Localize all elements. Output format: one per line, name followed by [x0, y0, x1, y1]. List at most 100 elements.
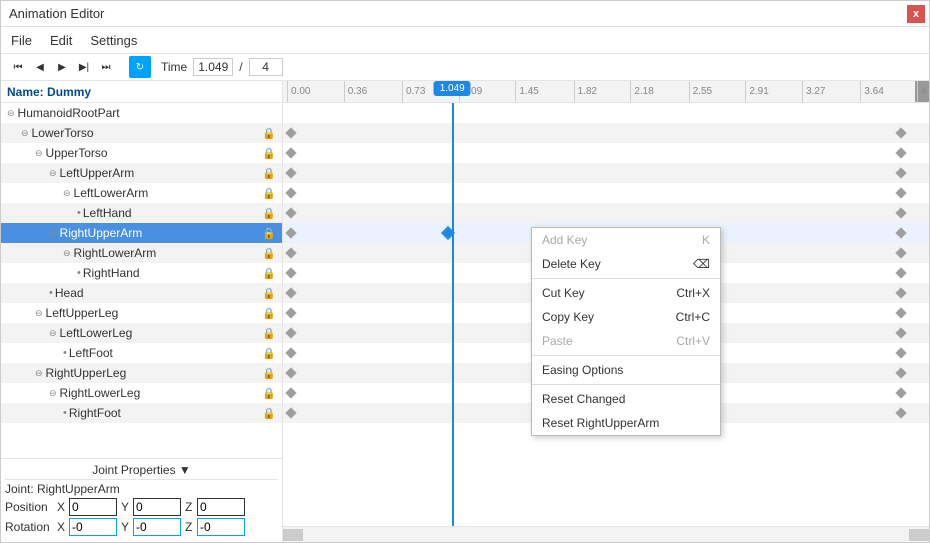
lock-icon[interactable]: 🔒	[262, 367, 276, 380]
position-x-input[interactable]	[69, 498, 117, 516]
first-frame-button[interactable]: ⏮	[9, 58, 27, 76]
keyframe[interactable]	[895, 267, 906, 278]
play-button[interactable]: ▶	[53, 58, 71, 76]
keyframe[interactable]	[895, 327, 906, 338]
lock-icon[interactable]: 🔒	[262, 327, 276, 340]
keyframe[interactable]	[895, 387, 906, 398]
keyframe[interactable]	[895, 247, 906, 258]
track-row[interactable]	[283, 183, 929, 203]
keyframe[interactable]	[285, 307, 296, 318]
keyframe[interactable]	[285, 187, 296, 198]
keyframe[interactable]	[285, 407, 296, 418]
keyframe[interactable]	[285, 247, 296, 258]
rotation-y-input[interactable]	[133, 518, 181, 536]
scrollbar-thumb-left[interactable]	[283, 529, 303, 541]
keyframe[interactable]	[285, 287, 296, 298]
horizontal-scrollbar[interactable]	[283, 526, 929, 542]
expander-icon[interactable]: ⊖	[63, 188, 71, 199]
tree-row[interactable]: ⊖UpperTorso🔒	[1, 143, 282, 163]
lock-icon[interactable]: 🔒	[262, 167, 276, 180]
lock-icon[interactable]: 🔒	[262, 387, 276, 400]
tree-row[interactable]: •RightFoot🔒	[1, 403, 282, 423]
tracks-area[interactable]: Add KeyKDelete Key⌫Cut KeyCtrl+XCopy Key…	[283, 103, 929, 526]
track-row[interactable]	[283, 123, 929, 143]
lock-icon[interactable]: 🔒	[262, 187, 276, 200]
time-total-input[interactable]: 4	[249, 58, 283, 76]
lock-icon[interactable]: 🔒	[262, 127, 276, 140]
tree-row[interactable]: ⊖RightLowerArm🔒	[1, 243, 282, 263]
context-menu-item[interactable]: Cut KeyCtrl+X	[532, 281, 720, 305]
joint-properties-header[interactable]: Joint Properties ▼	[5, 461, 278, 480]
rotation-x-input[interactable]	[69, 518, 117, 536]
keyframe[interactable]	[285, 207, 296, 218]
expander-icon[interactable]: ⊖	[35, 368, 43, 379]
tree-row[interactable]: ⊖LowerTorso🔒	[1, 123, 282, 143]
keyframe[interactable]	[895, 347, 906, 358]
lock-icon[interactable]: 🔒	[262, 247, 276, 260]
lock-icon[interactable]: 🔒	[262, 407, 276, 420]
position-y-input[interactable]	[133, 498, 181, 516]
expander-icon[interactable]: ⊖	[35, 308, 43, 319]
expander-icon[interactable]: ⊖	[7, 108, 15, 119]
menu-settings[interactable]: Settings	[90, 33, 137, 48]
tree-row[interactable]: ⊖LeftUpperLeg🔒	[1, 303, 282, 323]
playhead-badge[interactable]: 1.049	[434, 81, 471, 96]
tree-row[interactable]: ⊖RightUpperLeg🔒	[1, 363, 282, 383]
expander-icon[interactable]: ⊖	[49, 328, 57, 339]
time-current-input[interactable]: 1.049	[193, 58, 233, 76]
timeline-ruler[interactable]: 1.0490.000.360.731.091.451.822.182.552.9…	[283, 81, 929, 103]
keyframe[interactable]	[895, 227, 906, 238]
tree-row[interactable]: •LeftFoot🔒	[1, 343, 282, 363]
keyframe[interactable]	[285, 327, 296, 338]
rotation-z-input[interactable]	[197, 518, 245, 536]
loop-button[interactable]: ↻	[129, 56, 151, 78]
track-row[interactable]	[283, 163, 929, 183]
context-menu-item[interactable]: Delete Key⌫	[532, 252, 720, 276]
keyframe[interactable]	[285, 147, 296, 158]
expander-icon[interactable]: ⊖	[49, 228, 57, 239]
hierarchy-tree[interactable]: ⊖HumanoidRootPart⊖LowerTorso🔒⊖UpperTorso…	[1, 103, 282, 458]
lock-icon[interactable]: 🔒	[262, 147, 276, 160]
expander-icon[interactable]: ⊖	[49, 388, 57, 399]
lock-icon[interactable]: 🔒	[262, 207, 276, 220]
tree-row[interactable]: ⊖RightLowerLeg🔒	[1, 383, 282, 403]
keyframe[interactable]	[895, 307, 906, 318]
expander-icon[interactable]: ⊖	[63, 248, 71, 259]
scrollbar-thumb-right[interactable]	[909, 529, 929, 541]
keyframe[interactable]	[895, 367, 906, 378]
keyframe[interactable]	[285, 387, 296, 398]
track-row[interactable]	[283, 143, 929, 163]
keyframe[interactable]	[285, 227, 296, 238]
close-button[interactable]: x	[907, 5, 925, 23]
lock-icon[interactable]: 🔒	[262, 347, 276, 360]
keyframe[interactable]	[285, 127, 296, 138]
context-menu-item[interactable]: Easing Options	[532, 358, 720, 382]
tree-row[interactable]: •LeftHand🔒	[1, 203, 282, 223]
tree-row[interactable]: ⊖RightUpperArm🔒	[1, 223, 282, 243]
last-frame-button[interactable]: ⏭	[97, 58, 115, 76]
keyframe[interactable]	[895, 287, 906, 298]
tree-row[interactable]: •Head🔒	[1, 283, 282, 303]
track-row[interactable]	[283, 203, 929, 223]
keyframe[interactable]	[895, 207, 906, 218]
tree-row[interactable]: •RightHand🔒	[1, 263, 282, 283]
prev-frame-button[interactable]: ◀	[31, 58, 49, 76]
expander-icon[interactable]: ⊖	[49, 168, 57, 179]
keyframe[interactable]	[285, 167, 296, 178]
expander-icon[interactable]: ⊖	[21, 128, 29, 139]
tree-row[interactable]: ⊖HumanoidRootPart	[1, 103, 282, 123]
position-z-input[interactable]	[197, 498, 245, 516]
lock-icon[interactable]: 🔒	[262, 267, 276, 280]
keyframe[interactable]	[895, 167, 906, 178]
keyframe[interactable]	[895, 187, 906, 198]
tree-row[interactable]: ⊖LeftUpperArm🔒	[1, 163, 282, 183]
lock-icon[interactable]: 🔒	[262, 307, 276, 320]
track-row[interactable]	[283, 103, 929, 123]
next-frame-button[interactable]: ▶|	[75, 58, 93, 76]
menu-file[interactable]: File	[11, 33, 32, 48]
keyframe[interactable]	[285, 267, 296, 278]
context-menu-item[interactable]: Copy KeyCtrl+C	[532, 305, 720, 329]
keyframe[interactable]	[895, 127, 906, 138]
lock-icon[interactable]: 🔒	[262, 287, 276, 300]
expander-icon[interactable]: ⊖	[35, 148, 43, 159]
